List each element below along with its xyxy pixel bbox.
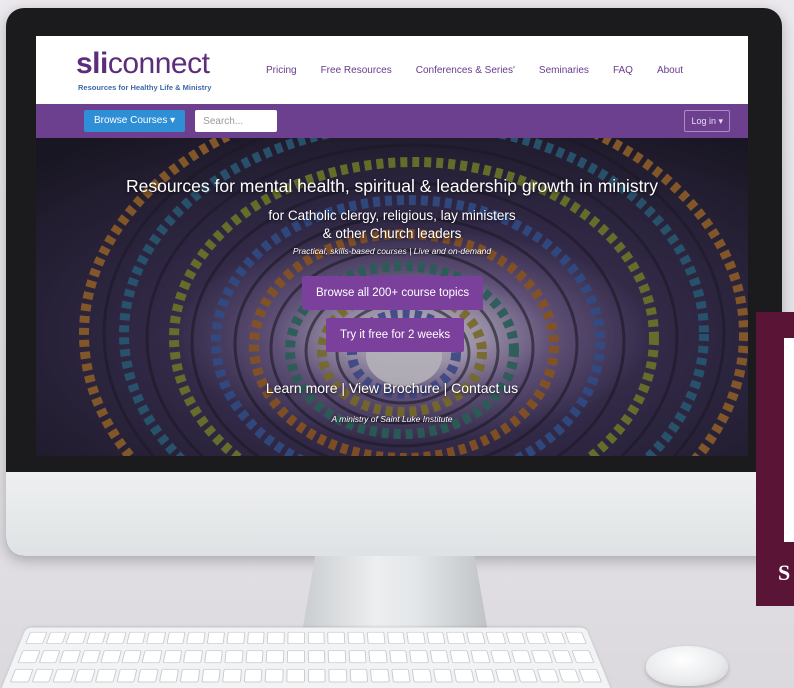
nav-link-about[interactable]: About: [657, 65, 683, 76]
logo-tagline: Resources for Healthy Life & Ministry: [78, 82, 212, 92]
hero-banner: Resources for mental health, spiritual &…: [36, 138, 748, 456]
hero-subtitle-line2: & other Church leaders: [322, 226, 462, 241]
hero-tagline: Practical, skills-based courses | Live a…: [292, 246, 492, 256]
nav-link-seminaries[interactable]: Seminaries: [539, 65, 589, 76]
ministry-note: A ministry of Saint Luke Institute: [331, 414, 453, 424]
sliconnect-logo[interactable]: sliconnect Resources for Healthy Life & …: [76, 46, 246, 92]
login-button[interactable]: Log in ▾: [684, 110, 730, 132]
hero-title: Resources for mental health, spiritual &…: [125, 176, 659, 196]
top-navigation: sliconnect Resources for Healthy Life & …: [36, 36, 748, 104]
nav-links: Pricing Free Resources Conferences & Ser…: [266, 36, 707, 104]
contact-us-link[interactable]: Contact us: [451, 380, 518, 396]
logo-connect: connect: [107, 46, 210, 80]
link-separator: |: [341, 380, 346, 396]
link-separator: |: [443, 380, 448, 396]
hero-subtitle-line1: for Catholic clergy, religious, lay mini…: [268, 208, 516, 223]
logo-sli: sli: [76, 46, 108, 80]
toolbar: Browse Courses ▾ Log in ▾: [36, 104, 748, 138]
nav-link-free-resources[interactable]: Free Resources: [321, 65, 392, 76]
overlay-letter: S: [778, 560, 791, 585]
browse-topics-button[interactable]: Browse all 200+ course topics: [302, 276, 484, 310]
nav-link-conferences[interactable]: Conferences & Series': [416, 65, 515, 76]
search-input[interactable]: [195, 110, 278, 132]
computer-mouse: [646, 646, 728, 686]
hero-content: Resources for mental health, spiritual &…: [36, 138, 748, 456]
desktop-scene: sliconnect Resources for Healthy Life & …: [0, 0, 794, 688]
monitor-chin: [6, 472, 782, 556]
view-brochure-link[interactable]: View Brochure: [349, 380, 440, 396]
hero-links: Learn more | View Brochure | Contact us: [36, 380, 748, 396]
browse-courses-button[interactable]: Browse Courses ▾: [84, 110, 186, 132]
nav-link-faq[interactable]: FAQ: [613, 65, 633, 76]
website-screen: sliconnect Resources for Healthy Life & …: [36, 36, 748, 456]
learn-more-link[interactable]: Learn more: [266, 380, 338, 396]
free-trial-button[interactable]: Try it free for 2 weeks: [326, 318, 465, 352]
keyboard: [0, 627, 612, 688]
logo-wordmark: sliconnect: [76, 46, 246, 80]
overlay-panel: S: [756, 312, 794, 606]
overlay-white-card: [784, 338, 794, 542]
nav-link-pricing[interactable]: Pricing: [266, 65, 297, 76]
